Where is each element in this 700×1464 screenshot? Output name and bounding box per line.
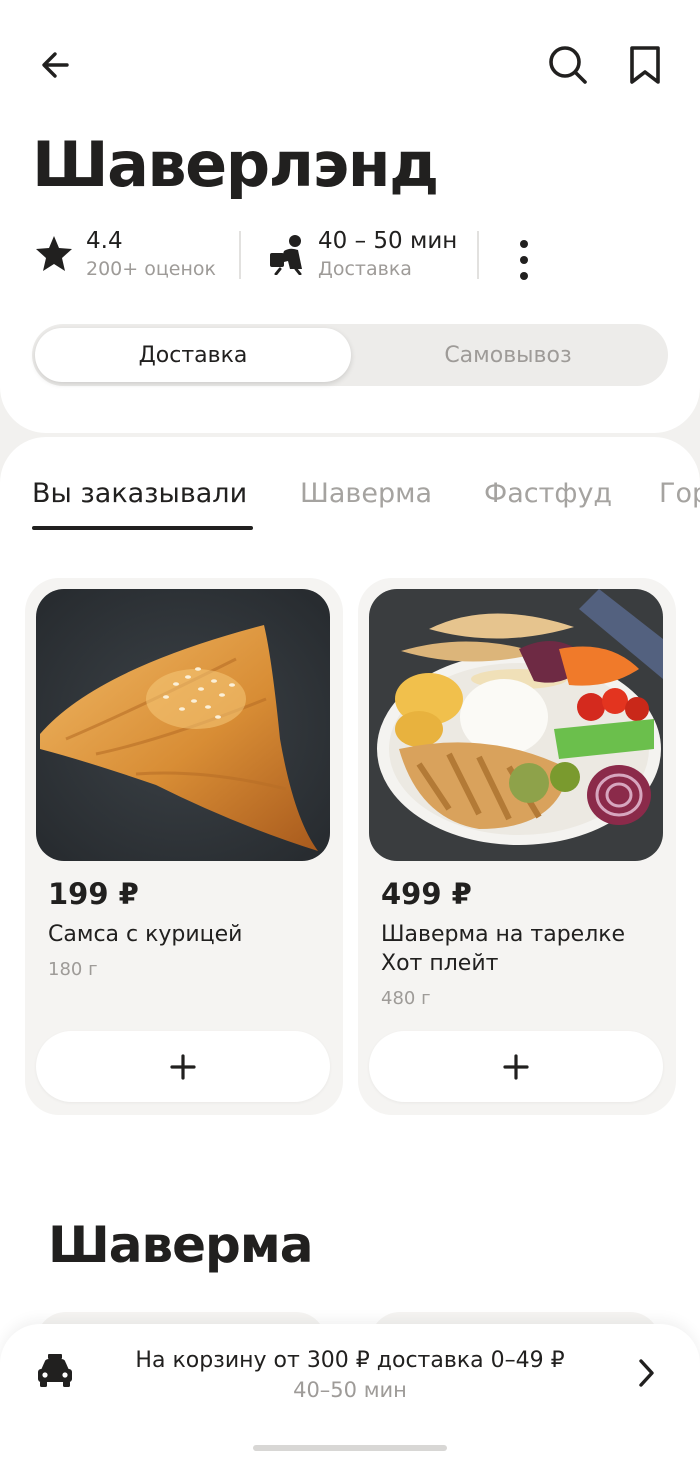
bookmark-icon bbox=[630, 46, 660, 84]
star-icon bbox=[36, 236, 72, 271]
bookmark-button[interactable] bbox=[620, 40, 670, 90]
category-tabs: Вы заказывали Шаверма Фастфуд Гор bbox=[0, 470, 700, 540]
more-vertical-icon[interactable] bbox=[506, 231, 542, 281]
delivery-mode-toggle: Доставка Самовывоз bbox=[32, 324, 668, 386]
plus-icon bbox=[170, 1053, 196, 1080]
add-to-cart-button[interactable] bbox=[369, 1031, 663, 1102]
delivery-condition: На корзину от 300 ₽ доставка 0–49 ₽ bbox=[135, 1348, 565, 1373]
delivery-eta: 40–50 мин bbox=[293, 1378, 407, 1402]
product-name: Шаверма на тарелке Хот плейт bbox=[381, 922, 626, 976]
product-photo-shawarma-plate bbox=[369, 589, 663, 861]
product-price: 199 ₽ bbox=[48, 877, 139, 911]
tab-shawarma[interactable]: Шаверма bbox=[300, 476, 432, 512]
plus-icon bbox=[503, 1053, 529, 1080]
tab-ordered[interactable]: Вы заказывали bbox=[32, 476, 247, 512]
search-button[interactable] bbox=[543, 40, 593, 90]
restaurant-header-card: Шаверлэнд 4.4 200+ оценок 40 – 50 мин До… bbox=[0, 0, 700, 433]
chevron-right-icon bbox=[639, 1359, 654, 1387]
delivery-option[interactable]: Доставка bbox=[35, 328, 351, 382]
home-indicator bbox=[253, 1445, 447, 1451]
section-title: Шаверма bbox=[48, 1216, 313, 1274]
divider bbox=[477, 231, 479, 279]
product-card[interactable]: 499 ₽ Шаверма на тарелке Хот плейт 480 г bbox=[358, 578, 676, 1115]
delivery-info-bar[interactable]: На корзину от 300 ₽ доставка 0–49 ₽ 40–5… bbox=[0, 1324, 700, 1464]
product-photo-samsa bbox=[36, 589, 330, 861]
courier-icon bbox=[270, 235, 302, 275]
delivery-label: Доставка bbox=[318, 258, 412, 280]
pickup-option[interactable]: Самовывоз bbox=[350, 328, 666, 382]
search-icon bbox=[549, 46, 587, 84]
restaurant-meta: 4.4 200+ оценок 40 – 50 мин Доставка bbox=[0, 225, 700, 285]
arrow-left-icon bbox=[42, 52, 69, 78]
product-weight: 180 г bbox=[48, 959, 98, 980]
tab-fastfood[interactable]: Фастфуд bbox=[484, 476, 612, 512]
product-card[interactable]: 199 ₽ Самса с курицей 180 г bbox=[25, 578, 343, 1115]
restaurant-title: Шаверлэнд bbox=[32, 128, 439, 201]
rating-count: 200+ оценок bbox=[86, 258, 216, 280]
add-to-cart-button[interactable] bbox=[36, 1031, 330, 1102]
divider bbox=[239, 231, 241, 279]
delivery-time: 40 – 50 мин bbox=[318, 228, 458, 254]
product-price: 499 ₽ bbox=[381, 877, 472, 911]
product-weight: 480 г bbox=[381, 988, 431, 1009]
rating-value: 4.4 bbox=[86, 228, 123, 254]
product-name: Самса с курицей bbox=[48, 922, 243, 947]
back-button[interactable] bbox=[30, 40, 80, 90]
tab-hot[interactable]: Гор bbox=[659, 476, 700, 512]
active-tab-indicator bbox=[32, 526, 253, 530]
